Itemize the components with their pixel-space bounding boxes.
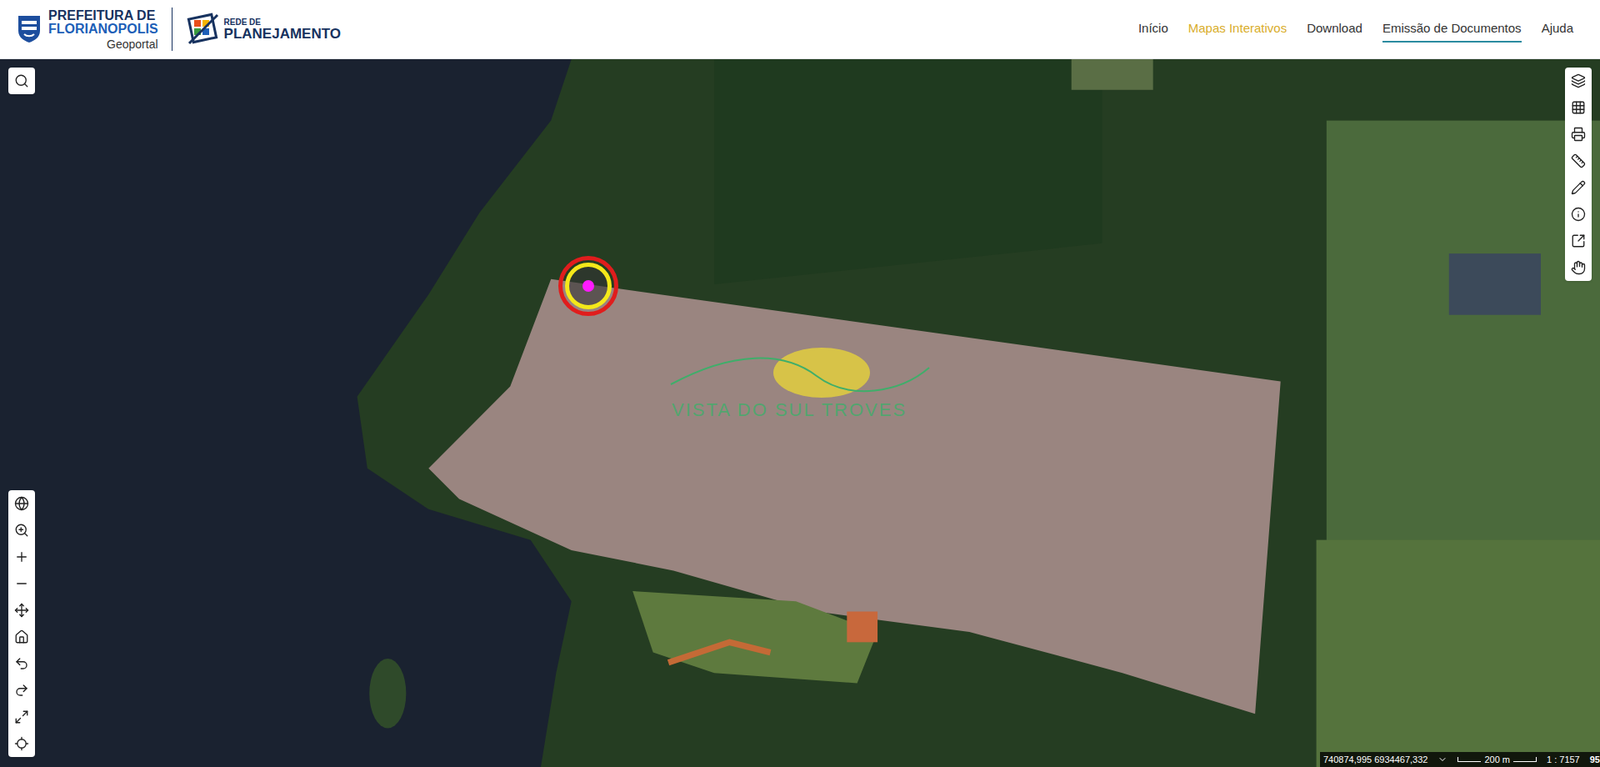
- prefeitura-text: PREFEITURA DEFLORIANOPOLIS Geoportal: [48, 9, 159, 50]
- place-label: VISTA DO SUL TROVES: [671, 395, 907, 424]
- planning-network-icon: [185, 11, 221, 47]
- map-tool-button[interactable]: [1565, 227, 1592, 255]
- map-tool-button[interactable]: [1565, 94, 1592, 121]
- map-tool-button[interactable]: [1565, 147, 1592, 175]
- marker-ring: [565, 262, 612, 310]
- top-bar: PREFEITURA DEFLORIANOPOLIS Geoportal REDE …: [0, 0, 1600, 60]
- map-tool-button[interactable]: [8, 596, 35, 624]
- map-tool-button[interactable]: [8, 703, 35, 730]
- zoom-area-icon: [14, 522, 30, 538]
- status-extra: 95: [1590, 752, 1600, 767]
- logos: PREFEITURA DEFLORIANOPOLIS Geoportal REDE …: [16, 7, 341, 51]
- map-tool-button[interactable]: [8, 650, 35, 677]
- fullscreen-icon: [14, 709, 30, 725]
- map-tool-button[interactable]: [1565, 120, 1592, 148]
- logo-line: FLORIANOPOLIS: [48, 22, 159, 36]
- zoom-out-icon: [14, 575, 30, 591]
- map-tool-button[interactable]: [1565, 67, 1592, 95]
- map-tool-button[interactable]: [8, 490, 35, 517]
- basemap-icon: [1570, 100, 1586, 115]
- map-tool-button[interactable]: [1565, 174, 1592, 201]
- export-icon: [1570, 233, 1586, 249]
- map-tool-button[interactable]: [8, 730, 35, 757]
- crs-select-icon[interactable]: [1437, 754, 1448, 765]
- globe-icon: [14, 495, 30, 511]
- search-tool: [8, 67, 35, 95]
- draw-icon: [1570, 180, 1586, 195]
- main-nav: Início Mapas Interativos Download Emissão d…: [1138, 15, 1584, 44]
- tools-toolbar: [1565, 67, 1592, 281]
- nav-link[interactable]: Download: [1306, 15, 1363, 44]
- location-marker[interactable]: [558, 255, 619, 316]
- search-icon: [14, 73, 30, 89]
- locate-icon: [14, 735, 30, 751]
- coordinates: 740874,995 6934467,332: [1323, 752, 1428, 767]
- nav-link[interactable]: Mapas Interativos: [1188, 15, 1287, 44]
- redo-icon: [14, 682, 30, 698]
- map-tool-button[interactable]: [8, 570, 35, 597]
- logo-line: PREFEITURA DE: [48, 9, 159, 23]
- home-icon: [14, 629, 30, 645]
- ruler-icon: [1570, 153, 1586, 169]
- map-scale: 1 : 7157: [1546, 752, 1580, 767]
- map-tool-button[interactable]: [8, 67, 35, 95]
- print-icon: [1570, 126, 1586, 142]
- map-tool-button[interactable]: [8, 623, 35, 650]
- city-shield-icon: [16, 14, 42, 45]
- pan-icon: [14, 602, 30, 618]
- navigation-toolbar: [8, 490, 35, 757]
- hand-icon: [1570, 260, 1586, 275]
- map-tool-button[interactable]: [8, 676, 35, 704]
- rede-logo[interactable]: REDE DEPLANEJAMENTO: [185, 11, 341, 47]
- map-tool-button[interactable]: [1565, 254, 1592, 281]
- rede-text: REDE DEPLANEJAMENTO: [224, 18, 341, 41]
- logo-subtitle: Geoportal: [106, 38, 158, 50]
- scale-bar-label: 200 m: [1480, 752, 1514, 767]
- undo-icon: [14, 655, 30, 671]
- map-tool-button[interactable]: [1565, 200, 1592, 228]
- neighborhood-outline-icon: [666, 350, 934, 401]
- marker-dot: [582, 280, 595, 292]
- nav-link[interactable]: Início: [1138, 15, 1169, 44]
- map-view[interactable]: VISTA DO SUL TROVES 740874,995 6934467,33…: [0, 59, 1600, 767]
- nav-link[interactable]: Emissão de Documentos: [1382, 15, 1522, 44]
- prefeitura-logo[interactable]: PREFEITURA DEFLORIANOPOLIS Geoportal: [16, 9, 159, 50]
- status-bar: 740874,995 6934467,332 200 m 1 : 7157 95: [1320, 751, 1600, 767]
- nav-link[interactable]: Ajuda: [1541, 15, 1574, 44]
- scale-bar: 200 m: [1457, 752, 1537, 767]
- app: PREFEITURA DEFLORIANOPOLIS Geoportal REDE …: [0, 0, 1600, 767]
- layers-icon: [1570, 73, 1586, 89]
- rede-big: PLANEJAMENTO: [224, 26, 341, 41]
- zoom-in-icon: [14, 549, 30, 565]
- info-icon: [1570, 206, 1586, 222]
- rede-small: REDE DE: [224, 18, 341, 27]
- logo-divider: [171, 7, 173, 51]
- map-tool-button[interactable]: [8, 543, 35, 570]
- map-tool-button[interactable]: [8, 516, 35, 544]
